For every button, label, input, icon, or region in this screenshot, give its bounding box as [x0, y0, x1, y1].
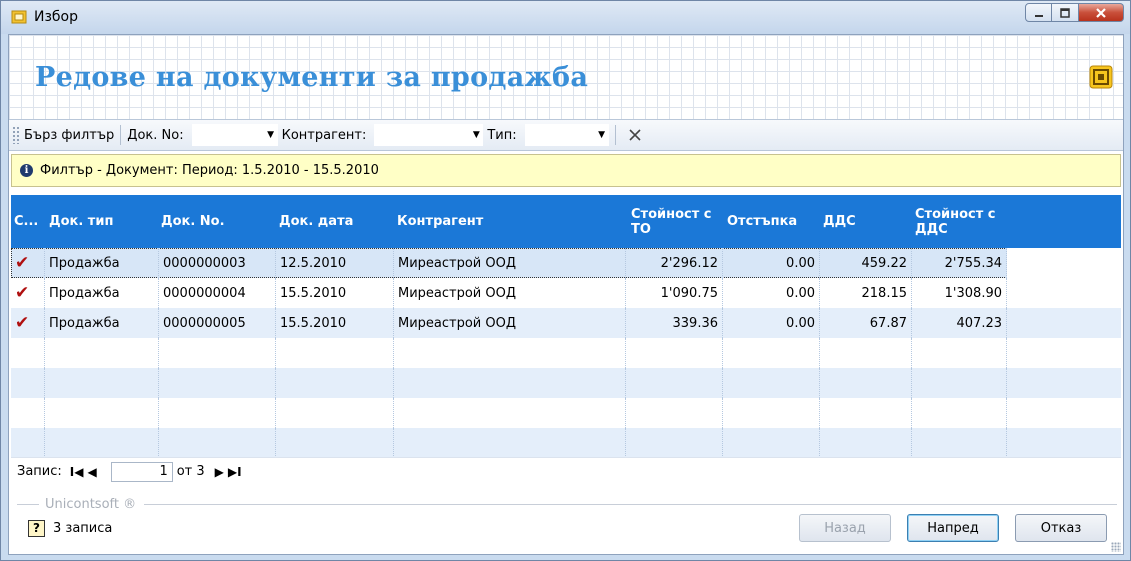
- cell-vat: 459.22: [820, 248, 912, 278]
- cell-value-vat: 1'308.90: [912, 278, 1007, 308]
- table-row[interactable]: ✔ Продажба 0000000003 12.5.2010 Миреастр…: [11, 248, 1121, 278]
- back-button[interactable]: Назад: [799, 514, 891, 542]
- col-header-selected[interactable]: С...: [14, 195, 44, 248]
- dialog-client-area: Редове на документи за продажба Бърз фил…: [8, 34, 1124, 555]
- documents-grid: С... Док. тип Док. No. Док. дата Контраг…: [11, 195, 1121, 458]
- dialog-window: Избор Редове на документи за продажба Бъ…: [0, 0, 1131, 561]
- window-title: Избор: [34, 9, 79, 25]
- next-record-icon[interactable]: ▶: [215, 465, 224, 479]
- clear-filter-icon[interactable]: [628, 128, 642, 142]
- cell-value-to: 1'090.75: [626, 278, 723, 308]
- cell-value-to: 2'296.12: [626, 248, 723, 278]
- col-header-value-vat[interactable]: Стойност с ДДС: [915, 195, 1005, 248]
- brand-icon: [1089, 65, 1113, 89]
- grid-header: С... Док. тип Док. No. Док. дата Контраг…: [11, 195, 1121, 248]
- cell-doc-type: Продажба: [45, 278, 159, 308]
- title-bar[interactable]: Избор: [1, 1, 1130, 34]
- partner-combo[interactable]: ▼: [374, 124, 484, 146]
- prev-record-icon[interactable]: ◀: [87, 465, 96, 479]
- empty-row: [11, 428, 1121, 458]
- pager-label: Запис:: [17, 464, 62, 479]
- cell-value-vat: 2'755.34: [912, 248, 1007, 278]
- table-row[interactable]: ✔ Продажба 0000000005 15.5.2010 Миреастр…: [11, 308, 1121, 338]
- cell-discount: 0.00: [723, 248, 820, 278]
- record-position-input[interactable]: 1: [110, 461, 173, 482]
- filter-info-text: Филтър - Документ: Период: 1.5.2010 - 15…: [40, 163, 379, 178]
- help-icon[interactable]: ?: [28, 520, 45, 537]
- footer-separator: Unicontsoft ®: [17, 496, 1117, 512]
- toolbar-separator: [120, 125, 122, 145]
- col-header-vat[interactable]: ДДС: [823, 195, 883, 248]
- cell-discount: 0.00: [723, 278, 820, 308]
- cell-partner: Миреастрой ООД: [394, 278, 626, 308]
- maximize-icon[interactable]: [1052, 3, 1079, 22]
- col-header-partner[interactable]: Контрагент: [397, 195, 597, 248]
- app-icon: [11, 10, 27, 24]
- status-text: 3 записа: [53, 521, 113, 536]
- window-controls: [1025, 3, 1124, 22]
- brand-label: Unicontsoft ®: [45, 496, 137, 512]
- chevron-down-icon[interactable]: ▼: [595, 130, 609, 140]
- info-icon: i: [20, 164, 33, 177]
- cell-partner: Миреастрой ООД: [394, 308, 626, 338]
- cell-value-vat: 407.23: [912, 308, 1007, 338]
- filter-toolbar: Бърз филтър Док. No: ▼ Контрагент: ▼ Тип…: [9, 119, 1123, 151]
- quick-filter-label: Бърз филтър: [24, 127, 115, 143]
- first-record-icon[interactable]: I◀: [70, 465, 84, 479]
- cell-value-to: 339.36: [626, 308, 723, 338]
- col-header-value-to[interactable]: Стойност с ТО: [631, 195, 721, 248]
- toolbar-separator: [614, 125, 616, 145]
- col-header-discount[interactable]: Отстъпка: [727, 195, 807, 248]
- cell-doc-no: 0000000004: [159, 278, 276, 308]
- col-header-doc-date[interactable]: Док. дата: [279, 195, 389, 248]
- partner-label: Контрагент:: [281, 127, 367, 143]
- close-icon[interactable]: [1079, 3, 1124, 22]
- doc-no-combo[interactable]: ▼: [191, 124, 278, 146]
- empty-row: [11, 398, 1121, 428]
- cell-doc-type: Продажба: [45, 308, 159, 338]
- cell-doc-date: 12.5.2010: [276, 248, 394, 278]
- check-icon[interactable]: ✔: [15, 283, 29, 303]
- cell-discount: 0.00: [723, 308, 820, 338]
- minimize-icon[interactable]: [1025, 3, 1052, 22]
- toolbar-grip[interactable]: [12, 126, 20, 144]
- col-header-doc-no[interactable]: Док. No.: [161, 195, 271, 248]
- empty-row: [11, 368, 1121, 398]
- record-navigator: Запис: I◀ ◀ 1 от 3 ▶ ▶I: [11, 457, 1121, 485]
- col-header-doc-type[interactable]: Док. тип: [49, 195, 139, 248]
- type-label: Тип:: [487, 127, 517, 143]
- type-combo[interactable]: ▼: [524, 124, 609, 146]
- filter-info-bar: i Филтър - Документ: Период: 1.5.2010 - …: [11, 154, 1121, 187]
- cell-partner: Миреастрой ООД: [394, 248, 626, 278]
- cell-doc-date: 15.5.2010: [276, 308, 394, 338]
- check-icon[interactable]: ✔: [15, 253, 29, 273]
- record-count: от 3: [176, 464, 205, 479]
- cell-vat: 218.15: [820, 278, 912, 308]
- cancel-button[interactable]: Отказ: [1015, 514, 1107, 542]
- cell-doc-no: 0000000003: [159, 248, 276, 278]
- check-icon[interactable]: ✔: [15, 313, 29, 333]
- chevron-down-icon[interactable]: ▼: [469, 130, 483, 140]
- header-band: Редове на документи за продажба: [9, 35, 1123, 119]
- cell-doc-date: 15.5.2010: [276, 278, 394, 308]
- empty-row: [11, 338, 1121, 368]
- resize-grip[interactable]: [1111, 542, 1121, 552]
- chevron-down-icon[interactable]: ▼: [264, 130, 278, 140]
- cell-vat: 67.87: [820, 308, 912, 338]
- page-title: Редове на документи за продажба: [35, 62, 589, 93]
- doc-no-label: Док. No:: [127, 127, 184, 143]
- cell-doc-no: 0000000005: [159, 308, 276, 338]
- table-row[interactable]: ✔ Продажба 0000000004 15.5.2010 Миреастр…: [11, 278, 1121, 308]
- next-button[interactable]: Напред: [907, 514, 999, 542]
- last-record-icon[interactable]: ▶I: [228, 465, 242, 479]
- cell-doc-type: Продажба: [45, 248, 159, 278]
